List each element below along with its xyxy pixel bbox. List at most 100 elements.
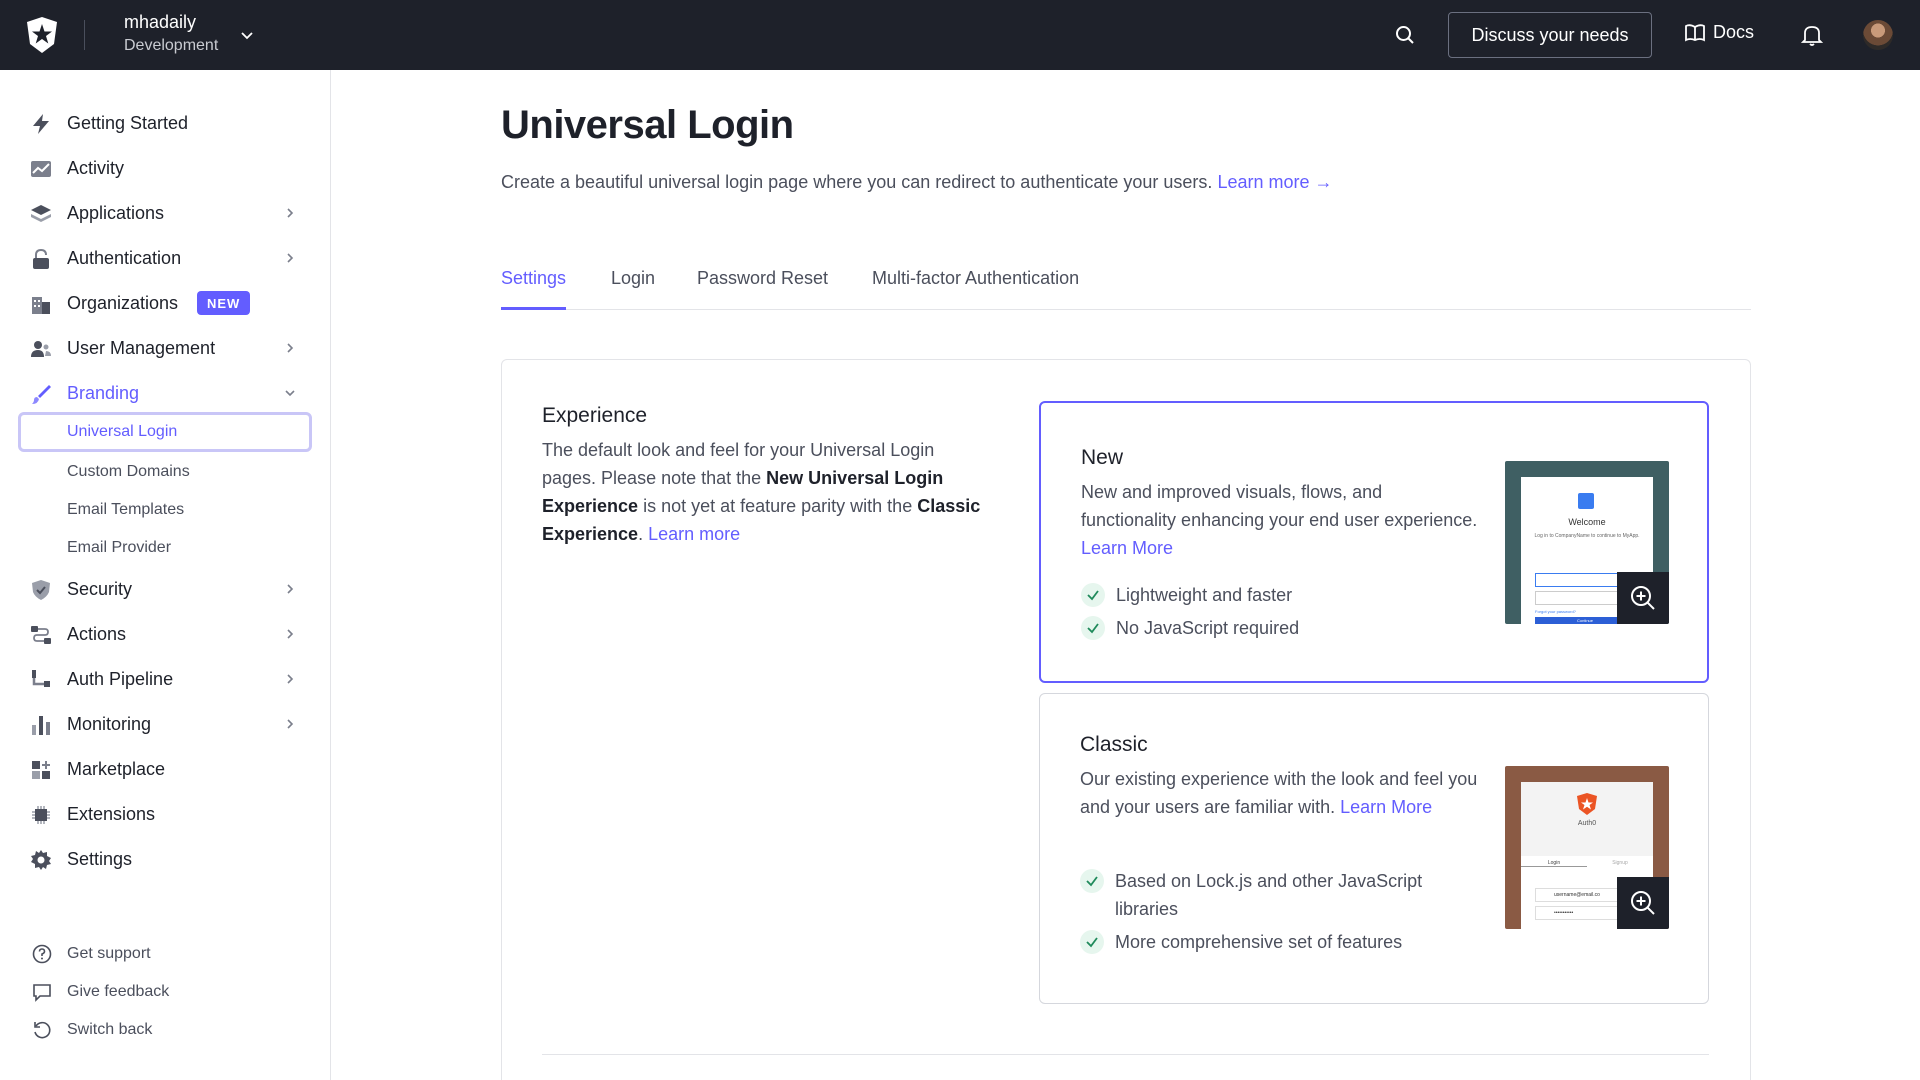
preview-tab-signup: Signup: [1612, 860, 1628, 866]
sidebar-item-label: Getting Started: [67, 112, 189, 133]
sidebar: Getting Started Activity Applications Au…: [0, 70, 331, 1080]
chevron-down-icon: [285, 390, 295, 397]
page-title: Universal Login: [501, 103, 794, 147]
sidebar-item-auth-pipeline[interactable]: Auth Pipeline: [0, 659, 331, 699]
lock-icon: [33, 248, 49, 269]
user-avatar[interactable]: [1863, 20, 1893, 50]
sidebar-item-security[interactable]: Security: [0, 569, 331, 609]
sidebar-item-label: Monitoring: [67, 713, 152, 734]
sidebar-item-label: Auth Pipeline: [67, 668, 174, 689]
tab-multi-factor-authentication[interactable]: Multi-factor Authentication: [872, 268, 1079, 310]
help-circle-icon: [32, 944, 52, 964]
gear-icon: [31, 850, 51, 870]
sidebar-subitem-label: Universal Login: [67, 423, 178, 440]
new-badge: NEW: [197, 291, 251, 315]
sidebar-footer-give-feedback[interactable]: Give feedback: [0, 975, 331, 1009]
sidebar-item-label: Organizations: [67, 292, 179, 313]
sidebar-item-activity[interactable]: Activity: [0, 148, 331, 188]
tab-password-reset[interactable]: Password Reset: [697, 268, 828, 310]
zoom-in-button[interactable]: [1617, 877, 1669, 929]
feature-text: More comprehensive set of features: [1115, 932, 1403, 952]
docs-link[interactable]: Docs: [1685, 22, 1754, 43]
preview-subtitle: Log in to CompanyName to continue to MyA…: [1534, 533, 1640, 539]
tenant-environment[interactable]: Development: [124, 33, 218, 59]
sidebar-footer-get-support[interactable]: Get support: [0, 937, 331, 971]
option-classic-experience[interactable]: Classic Our existing experience with the…: [1039, 693, 1709, 1004]
sidebar-item-settings[interactable]: Settings: [0, 839, 331, 879]
sidebar-subitem-universal-login[interactable]: Universal Login: [18, 412, 312, 452]
discuss-your-needs-button[interactable]: Discuss your needs: [1448, 12, 1652, 58]
chevron-right-icon: [287, 719, 294, 729]
chevron-right-icon: [287, 629, 294, 639]
sidebar-subitem-email-provider[interactable]: Email Provider: [18, 528, 312, 568]
experience-text-3: .: [638, 524, 649, 544]
zoom-in-button[interactable]: [1617, 572, 1669, 624]
sidebar-item-actions[interactable]: Actions: [0, 614, 331, 654]
tenant-name[interactable]: mhadaily: [124, 11, 218, 33]
sidebar-item-monitoring[interactable]: Monitoring: [0, 704, 331, 744]
sidebar-footer-label: Switch back: [67, 1021, 153, 1038]
sidebar-footer-label: Get support: [67, 945, 151, 962]
sidebar-item-label: Applications: [67, 202, 165, 223]
sidebar-item-label: Security: [67, 578, 133, 599]
sidebar-item-user-management[interactable]: User Management: [0, 328, 331, 368]
docs-label[interactable]: Docs: [1713, 22, 1754, 43]
chevron-down-icon[interactable]: [238, 26, 256, 44]
option-classic-description: Our existing experience with the look an…: [1080, 765, 1480, 821]
chat-bubble-icon: [33, 984, 51, 1002]
check-icon: [1081, 583, 1105, 607]
experience-title: Experience: [542, 404, 648, 427]
sidebar-footer-switch-back[interactable]: Switch back: [0, 1013, 331, 1047]
check-icon: [1081, 616, 1105, 640]
check-icon: [1080, 869, 1104, 893]
option-new-learn-more-link[interactable]: Learn More: [1081, 538, 1173, 558]
lightning-icon: [33, 114, 49, 134]
option-new-description: New and improved visuals, flows, and fun…: [1081, 478, 1481, 562]
sidebar-item-label: Activity: [67, 157, 125, 178]
activity-chart-icon: [31, 161, 51, 177]
experience-description: The default look and feel for your Unive…: [542, 436, 982, 548]
sidebar-item-extensions[interactable]: Extensions: [0, 794, 331, 834]
sidebar-subitem-email-templates[interactable]: Email Templates: [18, 490, 312, 530]
undo-history-icon: [34, 1021, 51, 1039]
grid-plus-icon: [32, 761, 50, 779]
sidebar-item-organizations[interactable]: Organizations NEW: [0, 283, 331, 323]
check-icon: [1080, 930, 1104, 954]
learn-more-link[interactable]: Learn more →: [1217, 172, 1332, 192]
tab-settings[interactable]: Settings: [501, 268, 567, 310]
feature-item: More comprehensive set of features: [1080, 928, 1480, 956]
feature-item: No JavaScript required: [1081, 614, 1481, 642]
tenant-switcher[interactable]: mhadaily Development: [124, 11, 218, 59]
sidebar-item-getting-started[interactable]: Getting Started: [0, 103, 331, 143]
page-description: Create a beautiful universal login page …: [501, 172, 1333, 193]
tab-login[interactable]: Login: [611, 268, 655, 310]
preview-brand: Auth0: [1577, 820, 1597, 827]
sidebar-item-authentication[interactable]: Authentication: [0, 238, 331, 278]
option-new-experience[interactable]: New New and improved visuals, flows, and…: [1039, 401, 1709, 683]
tab-bar: Settings Login Password Reset Multi-fact…: [501, 260, 1751, 310]
search-icon[interactable]: [1394, 24, 1416, 46]
flow-icon: [31, 626, 51, 644]
sidebar-subitem-label: Custom Domains: [67, 463, 190, 480]
experience-learn-more-link[interactable]: Learn more: [648, 524, 740, 544]
preview-logo: [1578, 493, 1594, 509]
chevron-right-icon: [287, 253, 294, 263]
feature-text: Based on Lock.js and other JavaScript li…: [1115, 871, 1423, 919]
bar-chart-icon: [32, 716, 50, 735]
preview-forgot-link: Forgot your password?: [1535, 609, 1576, 614]
sidebar-subitem-custom-domains[interactable]: Custom Domains: [18, 452, 312, 492]
option-classic-learn-more-link[interactable]: Learn More: [1340, 797, 1432, 817]
sidebar-item-applications[interactable]: Applications: [0, 193, 331, 233]
feature-item: Lightweight and faster: [1081, 581, 1481, 609]
sidebar-item-branding[interactable]: Branding: [0, 373, 331, 413]
sidebar-item-label: Extensions: [67, 803, 156, 824]
new-login-preview: Welcome Log in to CompanyName to continu…: [1505, 461, 1669, 624]
option-new-title: New: [1081, 446, 1124, 469]
topbar-divider: [84, 20, 85, 50]
auth0-logo[interactable]: [24, 16, 60, 54]
sidebar-item-marketplace[interactable]: Marketplace: [0, 749, 331, 789]
users-icon: [31, 341, 51, 357]
chip-icon: [32, 806, 50, 824]
notification-bell-icon[interactable]: [1801, 23, 1823, 47]
zoom-in-icon: [1631, 891, 1655, 915]
